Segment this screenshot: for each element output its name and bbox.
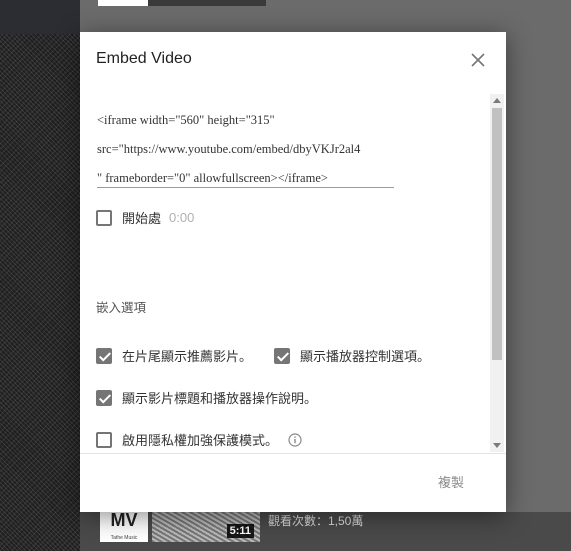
mv-badge-text: MV <box>110 510 138 530</box>
info-icon[interactable] <box>288 432 302 447</box>
start-time-input[interactable]: 0:00 <box>169 210 194 225</box>
option-row: 顯示播放器控制選項。 <box>274 346 430 365</box>
background-header-strip <box>0 0 80 34</box>
copy-button[interactable]: 複製 <box>438 472 464 491</box>
embed-code-line: src="https://www.youtube.com/embed/dbyVK… <box>97 142 361 156</box>
start-at-row: 開始處 0:00 <box>96 208 194 227</box>
start-at-label: 開始處 <box>122 211 162 226</box>
show-title-checkbox[interactable] <box>96 389 112 406</box>
dialog-scrollbar[interactable] <box>490 94 504 452</box>
embed-code-textarea[interactable]: <iframe width="560" height="315" src="ht… <box>97 106 394 193</box>
video-view-count: 觀看次數：1,50萬 <box>268 514 364 528</box>
embed-video-dialog: Embed Video <iframe width="560" height="… <box>80 32 506 512</box>
embed-code-line: " frameborder="0" allowfullscreen></ifra… <box>97 171 328 185</box>
close-button[interactable] <box>466 48 490 72</box>
option-row: 在片尾顯示推薦影片。 <box>96 346 252 365</box>
background-video-thumbnail: 5:11 <box>152 508 260 542</box>
suggested-videos-checkbox[interactable] <box>96 347 112 364</box>
embed-options-heading: 嵌入選項 <box>96 301 147 315</box>
background-mv-badge: MV Tathe Music <box>100 508 148 542</box>
background-video-thumbnail-top <box>98 0 266 6</box>
scrollbar-thumb[interactable] <box>492 108 502 360</box>
mv-badge-subtitle: Tathe Music <box>110 535 138 541</box>
close-icon <box>471 53 485 67</box>
embed-code-line: <iframe width="560" height="315" <box>97 113 275 127</box>
dialog-scroll-area[interactable]: <iframe width="560" height="315" src="ht… <box>80 94 506 454</box>
privacy-mode-checkbox[interactable] <box>96 431 112 448</box>
player-controls-checkbox[interactable] <box>274 347 290 364</box>
option-row: 啟用隱私權加強保護模式。 <box>96 430 302 449</box>
scroll-down-icon[interactable] <box>493 443 501 448</box>
option-label: 顯示影片標題和播放器操作說明。 <box>122 391 318 406</box>
dialog-title: Embed Video <box>96 50 192 67</box>
option-label: 顯示播放器控制選項。 <box>300 349 431 364</box>
background-page-thumbnail <box>0 0 80 551</box>
scroll-up-icon[interactable] <box>493 98 501 103</box>
option-label: 啟用隱私權加強保護模式。 <box>122 433 279 448</box>
start-at-checkbox[interactable] <box>96 209 112 226</box>
option-label: 在片尾顯示推薦影片。 <box>122 349 253 364</box>
footer-divider <box>80 453 506 454</box>
option-row: 顯示影片標題和播放器操作說明。 <box>96 388 317 407</box>
video-duration: 5:11 <box>226 524 254 538</box>
textarea-underline <box>97 187 394 188</box>
